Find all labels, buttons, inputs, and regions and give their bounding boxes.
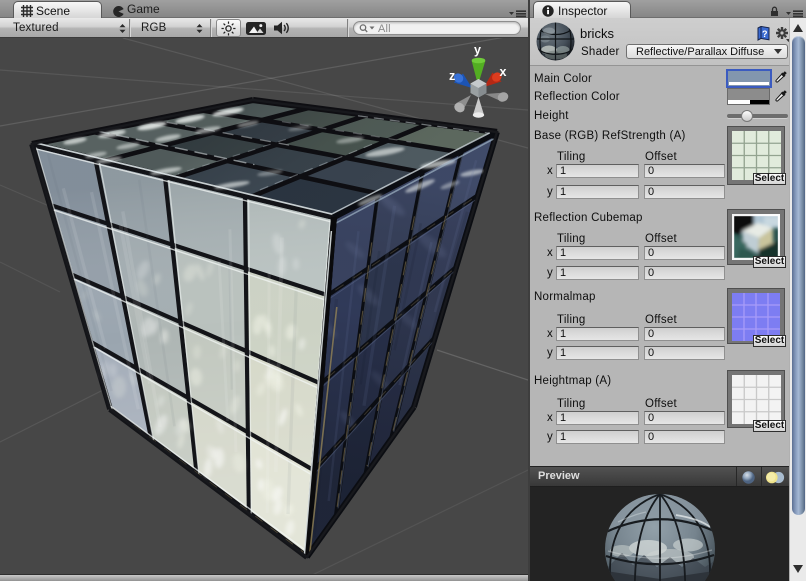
svg-text:?: ?: [762, 29, 768, 39]
svg-text:z: z: [449, 69, 455, 83]
svg-text:x: x: [500, 65, 507, 79]
svg-text:y: y: [474, 43, 481, 57]
